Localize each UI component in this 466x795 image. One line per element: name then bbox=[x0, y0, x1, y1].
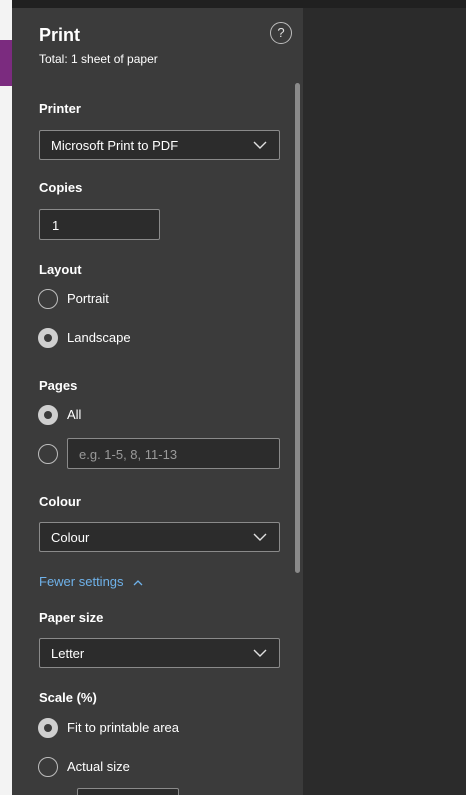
print-settings-panel: Print Total: 1 sheet of paper ? Printer … bbox=[12, 8, 303, 795]
printer-label: Printer bbox=[39, 101, 81, 116]
colour-label: Colour bbox=[39, 494, 81, 509]
copies-label: Copies bbox=[39, 180, 83, 195]
pages-all-radio[interactable] bbox=[38, 405, 58, 425]
printer-select-value: Microsoft Print to PDF bbox=[51, 138, 179, 153]
colour-select-value: Colour bbox=[51, 530, 90, 545]
scale-custom-input[interactable] bbox=[77, 788, 179, 795]
layout-label: Layout bbox=[39, 262, 82, 277]
pages-all-label: All bbox=[67, 407, 82, 422]
print-preview-area bbox=[303, 8, 466, 795]
landscape-label: Landscape bbox=[67, 330, 131, 345]
chevron-down-icon bbox=[253, 141, 267, 149]
colour-select[interactable]: Colour bbox=[39, 522, 280, 552]
scale-label: Scale (%) bbox=[39, 690, 97, 705]
paper-size-label: Paper size bbox=[39, 610, 104, 625]
scale-actual-radio[interactable] bbox=[38, 757, 58, 777]
portrait-label: Portrait bbox=[67, 291, 109, 306]
portrait-radio[interactable] bbox=[38, 289, 58, 309]
chevron-down-icon bbox=[253, 533, 267, 541]
printer-select[interactable]: Microsoft Print to PDF bbox=[39, 130, 280, 160]
scale-actual-label: Actual size bbox=[67, 759, 130, 774]
help-icon: ? bbox=[277, 25, 285, 40]
pages-range-placeholder: e.g. 1-5, 8, 11-13 bbox=[79, 447, 178, 462]
chevron-up-icon bbox=[133, 580, 143, 586]
panel-scrollbar[interactable] bbox=[295, 83, 300, 573]
dialog-title: Print bbox=[39, 25, 81, 45]
background-page-strip bbox=[0, 0, 12, 795]
help-button[interactable]: ? bbox=[270, 22, 292, 44]
copies-field[interactable]: 1 bbox=[39, 209, 160, 240]
chevron-down-icon bbox=[253, 649, 267, 657]
fewer-settings-link[interactable]: Fewer settings bbox=[39, 574, 143, 589]
pages-label: Pages bbox=[39, 378, 78, 393]
fewer-settings-label: Fewer settings bbox=[39, 574, 124, 589]
scale-fit-radio[interactable] bbox=[38, 718, 58, 738]
pages-custom-radio[interactable] bbox=[38, 444, 58, 464]
pages-range-input[interactable]: e.g. 1-5, 8, 11-13 bbox=[67, 438, 280, 469]
scale-fit-label: Fit to printable area bbox=[67, 720, 180, 735]
background-page-accent bbox=[0, 40, 12, 86]
landscape-radio[interactable] bbox=[38, 328, 58, 348]
copies-value: 1 bbox=[52, 218, 60, 233]
paper-size-value: Letter bbox=[51, 646, 85, 661]
window-top-edge bbox=[0, 0, 466, 8]
paper-size-select[interactable]: Letter bbox=[39, 638, 280, 668]
sheet-count: Total: 1 sheet of paper bbox=[39, 52, 158, 66]
